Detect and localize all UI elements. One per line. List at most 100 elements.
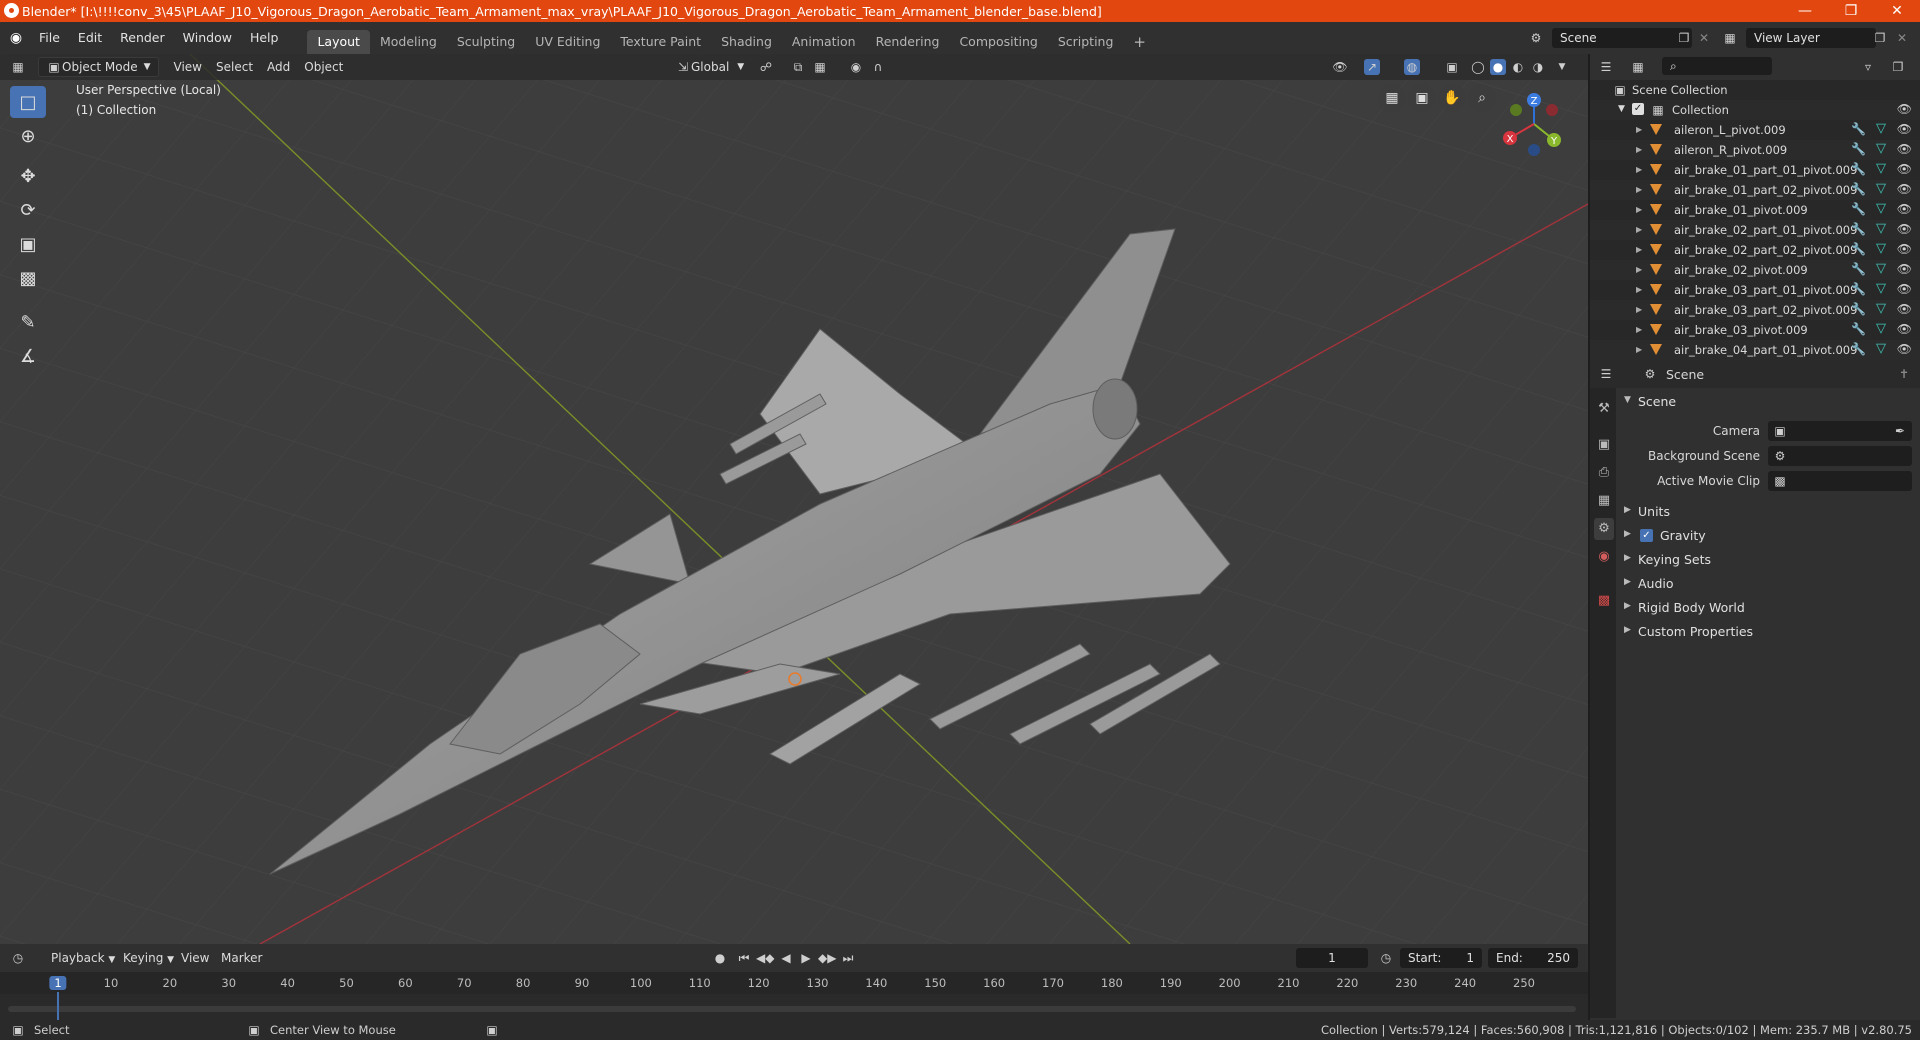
timeline-view-menu[interactable]: View <box>174 948 216 968</box>
measure-tool[interactable]: ∡ <box>10 340 46 372</box>
eye-icon[interactable]: 👁 <box>1897 142 1912 156</box>
pivot-icon[interactable]: ☍ <box>758 59 774 75</box>
new-collection-icon[interactable]: ❐ <box>1890 59 1906 75</box>
tab-scripting[interactable]: Scripting <box>1048 30 1124 54</box>
tab-compositing[interactable]: Compositing <box>949 30 1047 54</box>
expand-arrow-icon[interactable]: ▶ <box>1636 205 1642 214</box>
gizmo-toggle-icon[interactable]: ↗ <box>1364 59 1380 75</box>
eye-icon[interactable]: 👁 <box>1897 122 1912 136</box>
expand-arrow-icon[interactable]: ▶ <box>1636 185 1642 194</box>
object-mode-dropdown[interactable]: ▣ Object Mode ▼ <box>38 57 159 77</box>
marker-menu[interactable]: Marker <box>214 948 269 968</box>
select-box-tool[interactable]: □ <box>10 86 46 118</box>
outliner-search-input[interactable]: ⌕ <box>1662 57 1772 75</box>
toggle-grid-icon[interactable]: ▦ <box>1378 84 1406 112</box>
menu-edit[interactable]: Edit <box>69 26 111 50</box>
remove-view-layer-icon[interactable]: ✕ <box>1894 30 1910 46</box>
close-button[interactable]: ✕ <box>1874 0 1920 22</box>
wrench-icon[interactable]: 🔧 <box>1851 322 1866 336</box>
mesh-data-icon[interactable]: ▽ <box>1876 121 1886 136</box>
mesh-data-icon[interactable]: ▽ <box>1876 301 1886 316</box>
3d-viewport[interactable] <box>0 54 1588 944</box>
move-tool[interactable]: ✥ <box>10 160 46 192</box>
outliner-object-row[interactable]: ▶ aileron_L_pivot.009 🔧 ▽ 👁 <box>1590 120 1920 140</box>
new-scene-icon[interactable]: ❐ <box>1676 30 1692 46</box>
minimize-button[interactable]: — <box>1782 0 1828 22</box>
scene-field[interactable]: Scene <box>1552 28 1692 48</box>
mesh-data-icon[interactable]: ▽ <box>1876 221 1886 236</box>
outliner-object-row[interactable]: ▶ air_brake_03_pivot.009 🔧 ▽ 👁 <box>1590 320 1920 340</box>
zoom-icon[interactable]: ⌕ <box>1468 84 1496 112</box>
menu-file[interactable]: File <box>30 26 69 50</box>
scene-browse-icon[interactable]: ⚙ <box>1528 30 1544 46</box>
mesh-data-icon[interactable]: ▽ <box>1876 281 1886 296</box>
cursor-tool[interactable]: ⊕ <box>10 120 46 152</box>
proportional-edit-icon[interactable]: ◉ <box>848 59 864 75</box>
wrench-icon[interactable]: 🔧 <box>1851 222 1866 236</box>
filter-icon[interactable]: ▿ <box>1860 59 1876 75</box>
view-layer-field[interactable]: View Layer <box>1746 28 1876 48</box>
eye-icon[interactable]: 👁 <box>1897 202 1912 216</box>
eye-icon[interactable]: 👁 <box>1897 182 1912 196</box>
tab-layout[interactable]: Layout <box>307 30 370 54</box>
expand-arrow-icon[interactable]: ▶ <box>1636 125 1642 134</box>
transform-tool[interactable]: ▩ <box>10 262 46 294</box>
outliner-object-row[interactable]: ▶ air_brake_01_part_01_pivot.009 🔧 ▽ 👁 <box>1590 160 1920 180</box>
current-frame-field[interactable]: 1 <box>1296 948 1368 968</box>
timeline-scrollbar[interactable] <box>8 1006 1576 1012</box>
play-reverse-icon[interactable]: ◀ <box>778 950 794 966</box>
view-layer-tab-icon[interactable]: ▦ <box>1594 490 1614 512</box>
properties-editor-type-icon[interactable]: ☰ <box>1598 366 1614 382</box>
menu-render[interactable]: Render <box>111 26 174 50</box>
eye-icon[interactable]: 👁 <box>1897 302 1912 316</box>
tab-rendering[interactable]: Rendering <box>866 30 950 54</box>
eyedropper-icon[interactable]: ✒ <box>1892 423 1908 439</box>
eye-icon[interactable]: 👁 <box>1897 282 1912 296</box>
rigid-body-world-panel-header[interactable]: ▶ Rigid Body World <box>1620 596 1916 620</box>
expand-arrow-icon[interactable]: ▶ <box>1636 265 1642 274</box>
eye-icon[interactable]: 👁 <box>1897 322 1912 336</box>
record-icon[interactable]: ● <box>712 950 728 966</box>
mesh-data-icon[interactable]: ▽ <box>1876 201 1886 216</box>
eye-icon[interactable]: 👁 <box>1897 162 1912 176</box>
mesh-data-icon[interactable]: ▽ <box>1876 261 1886 276</box>
scale-tool[interactable]: ▣ <box>10 228 46 260</box>
add-workspace-button[interactable]: + <box>1123 30 1156 54</box>
scene-tab-icon[interactable]: ⚙ <box>1594 518 1614 540</box>
display-mode-icon[interactable]: ▦ <box>1630 59 1646 75</box>
tab-animation[interactable]: Animation <box>782 30 866 54</box>
pin-icon[interactable]: ✝ <box>1896 366 1912 382</box>
outliner-object-row[interactable]: ▶ air_brake_04_part_01_pivot.009 🔧 ▽ 👁 <box>1590 340 1920 360</box>
gravity-panel-header[interactable]: ▶ ✓ Gravity <box>1620 524 1916 548</box>
keying-menu[interactable]: Keying ▼ <box>116 948 181 968</box>
camera-view-icon[interactable]: ▣ <box>1408 84 1436 112</box>
outliner-object-row[interactable]: ▶ air_brake_01_pivot.009 🔧 ▽ 👁 <box>1590 200 1920 220</box>
play-icon[interactable]: ▶ <box>798 950 814 966</box>
wrench-icon[interactable]: 🔧 <box>1851 202 1866 216</box>
units-panel-header[interactable]: ▶ Units <box>1620 500 1916 524</box>
background-scene-field[interactable]: ⚙ <box>1768 446 1912 466</box>
mesh-data-icon[interactable]: ▽ <box>1876 181 1886 196</box>
new-view-layer-icon[interactable]: ❐ <box>1872 30 1888 46</box>
viewport-menu-object[interactable]: Object <box>297 57 350 77</box>
blender-menu-icon[interactable]: ◉ <box>8 30 24 46</box>
outliner-object-row[interactable]: ▶ air_brake_01_part_02_pivot.009 🔧 ▽ 👁 <box>1590 180 1920 200</box>
expand-arrow-icon[interactable]: ▶ <box>1636 245 1642 254</box>
wrench-icon[interactable]: 🔧 <box>1851 302 1866 316</box>
collection-checkbox[interactable]: ✓ <box>1632 103 1644 115</box>
shading-options-icon[interactable]: ▼ <box>1554 59 1570 75</box>
expand-arrow-icon[interactable]: ▶ <box>1636 165 1642 174</box>
keying-sets-panel-header[interactable]: ▶ Keying Sets <box>1620 548 1916 572</box>
viewport-menu-select[interactable]: Select <box>209 57 260 77</box>
falloff-icon[interactable]: ∩ <box>870 59 886 75</box>
outliner-object-row[interactable]: ▶ air_brake_02_part_01_pivot.009 🔧 ▽ 👁 <box>1590 220 1920 240</box>
prev-keyframe-icon[interactable]: ◀◆ <box>756 950 774 966</box>
annotate-tool[interactable]: ✎ <box>10 306 46 338</box>
mesh-data-icon[interactable]: ▽ <box>1876 141 1886 156</box>
tab-sculpting[interactable]: Sculpting <box>447 30 525 54</box>
start-frame-field[interactable]: Start: 1 <box>1400 948 1482 968</box>
texture-tab-icon[interactable]: ▩ <box>1594 590 1614 612</box>
wireframe-shading-icon[interactable]: ◯ <box>1470 59 1486 75</box>
eye-icon[interactable]: 👁 <box>1897 242 1912 256</box>
editor-type-icon[interactable]: ▦ <box>10 59 26 75</box>
